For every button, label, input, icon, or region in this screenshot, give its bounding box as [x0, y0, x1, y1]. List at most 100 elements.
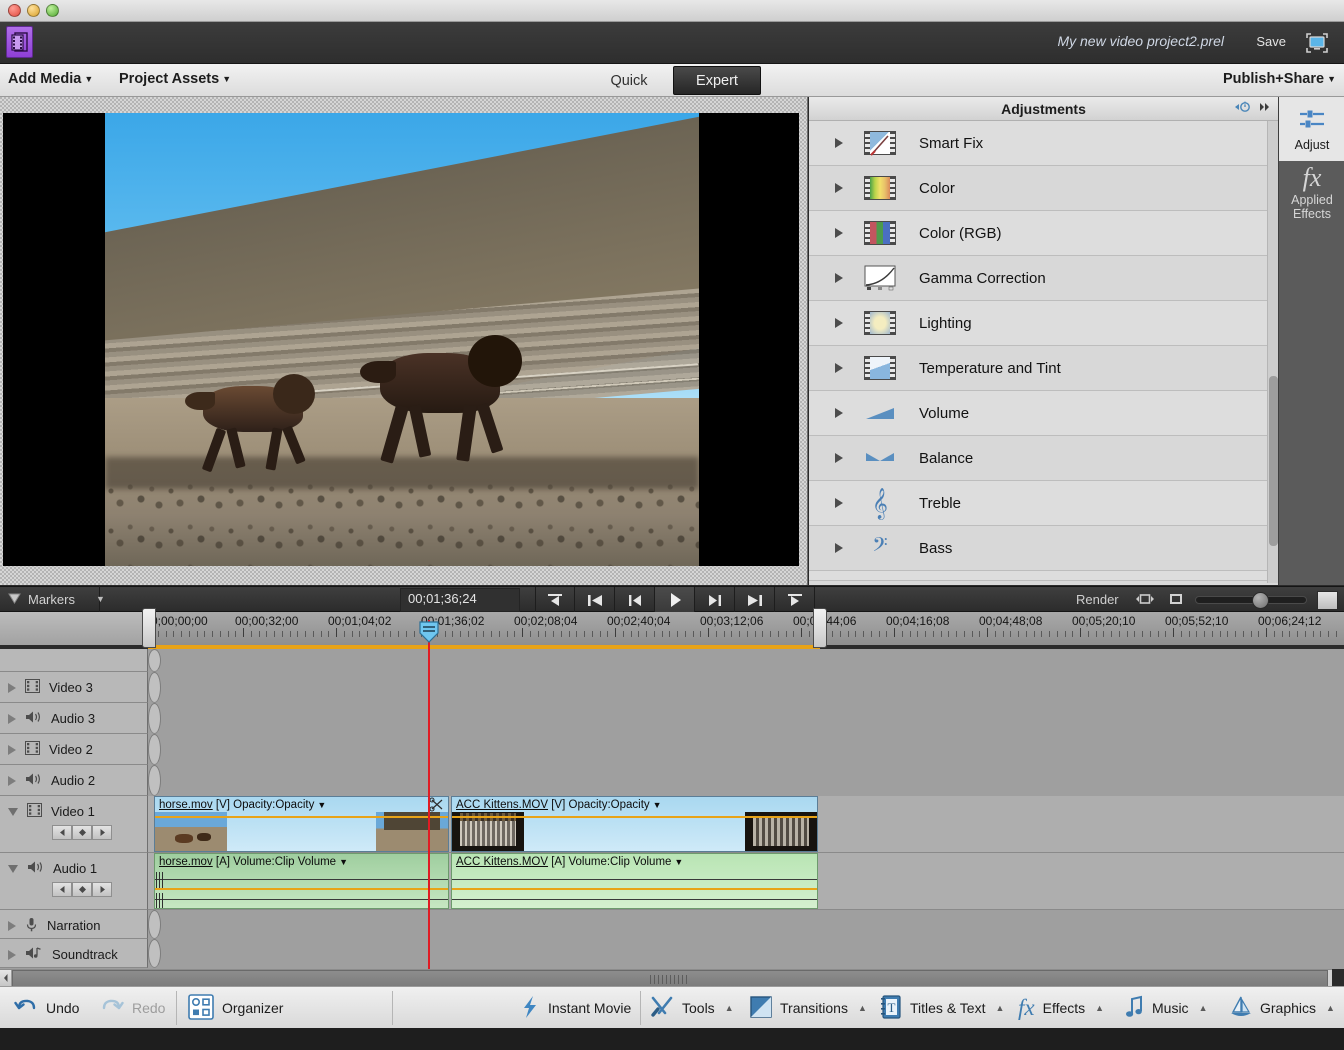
tab-expert[interactable]: Expert — [673, 66, 761, 95]
current-time-indicator[interactable] — [428, 620, 430, 969]
work-area-out-handle[interactable] — [813, 608, 827, 648]
organizer-button[interactable]: Organizer — [188, 987, 283, 1029]
scroll-left-button[interactable] — [0, 970, 12, 987]
track-body-narration[interactable] — [148, 910, 161, 939]
zoom-slider-knob[interactable] — [1252, 592, 1269, 609]
track-header-audio-1[interactable]: Audio 1 — [0, 853, 148, 910]
markers-menu[interactable]: Markers ▼ — [0, 586, 105, 612]
previous-keyframe-icon[interactable] — [52, 882, 72, 897]
publish-share-menu[interactable]: Publish+Share ▼ — [1223, 71, 1336, 87]
zoom-out-square-icon[interactable] — [1167, 591, 1185, 610]
disclosure-triangle-icon[interactable] — [8, 864, 18, 873]
double-chevron-right-icon[interactable] — [1258, 101, 1272, 116]
disclosure-triangle-icon[interactable] — [8, 920, 16, 931]
chevron-down-icon[interactable]: ▼ — [317, 800, 326, 810]
chevron-down-icon[interactable]: ▼ — [339, 857, 348, 867]
add-keyframe-icon[interactable] — [72, 825, 92, 840]
go-to-in-point-icon[interactable] — [535, 587, 575, 613]
disclosure-triangle-icon[interactable] — [835, 183, 843, 193]
fit-to-window-icon[interactable] — [1133, 592, 1157, 609]
instant-movie-button[interactable]: Instant Movie — [520, 987, 631, 1029]
disclosure-triangle-icon[interactable] — [835, 228, 843, 238]
track-header-audio-2[interactable]: Audio 2 — [0, 765, 148, 796]
go-to-previous-edit-icon[interactable] — [575, 587, 615, 613]
disclosure-triangle-icon[interactable] — [8, 807, 18, 816]
save-button[interactable]: Save — [1256, 34, 1286, 49]
adjustments-scrollbar[interactable] — [1267, 121, 1278, 583]
track-body-video-1[interactable]: horse.mov [V] Opacity:Opacity ▼ ACC Kitt… — [148, 796, 1344, 853]
disclosure-triangle-icon[interactable] — [835, 138, 843, 148]
track-body-soundtrack[interactable] — [148, 939, 161, 968]
zoom-in-square-icon[interactable] — [1317, 590, 1338, 610]
adjustment-row-treble[interactable]: 𝄞 Treble — [809, 481, 1267, 526]
effects-button[interactable]: fx Effects ▲ — [1018, 987, 1104, 1029]
zoom-slider[interactable] — [1195, 592, 1307, 609]
chevron-down-icon[interactable]: ▼ — [674, 857, 683, 867]
disclosure-triangle-icon[interactable] — [835, 408, 843, 418]
next-keyframe-icon[interactable] — [92, 882, 112, 897]
step-forward-icon[interactable] — [695, 587, 735, 613]
disclosure-triangle-icon[interactable] — [835, 543, 843, 553]
adjustment-row-color[interactable]: Color — [809, 166, 1267, 211]
chevron-down-icon[interactable]: ▼ — [653, 800, 662, 810]
project-assets-menu[interactable]: Project Assets ▼ — [119, 71, 231, 87]
tab-adjust[interactable]: Adjust — [1279, 97, 1344, 161]
disclosure-triangle-icon[interactable] — [8, 682, 16, 693]
minimize-button[interactable] — [27, 4, 40, 17]
timeline-horizontal-scrollbar[interactable] — [0, 969, 1332, 987]
track-body-audio-3[interactable] — [148, 703, 161, 734]
transitions-button[interactable]: Transitions ▲ — [750, 987, 867, 1029]
adjustment-row-color-rgb[interactable]: Color (RGB) — [809, 211, 1267, 256]
close-button[interactable] — [8, 4, 21, 17]
work-area-in-handle[interactable] — [142, 608, 156, 648]
music-button[interactable]: Music ▲ — [1124, 987, 1207, 1029]
disclosure-triangle-icon[interactable] — [835, 363, 843, 373]
scrollbar-thumb[interactable] — [12, 970, 1328, 987]
add-media-menu[interactable]: Add Media ▼ — [8, 71, 93, 87]
add-keyframe-icon[interactable] — [72, 882, 92, 897]
tools-button[interactable]: Tools ▲ — [650, 987, 734, 1029]
track-body-video-2[interactable] — [148, 734, 161, 765]
step-back-icon[interactable] — [615, 587, 655, 613]
redo-button[interactable]: Redo — [100, 987, 165, 1029]
track-header-soundtrack[interactable]: Soundtrack — [0, 939, 148, 968]
track-header-audio-3[interactable]: Audio 3 — [0, 703, 148, 734]
disclosure-triangle-icon[interactable] — [8, 744, 16, 755]
disclosure-triangle-icon[interactable] — [8, 949, 16, 960]
timeline-ruler[interactable]: 0;00;00;00 00;00;32;00 00;01;04;02 00;01… — [148, 612, 1344, 645]
clip-horse-video[interactable]: horse.mov [V] Opacity:Opacity ▼ — [154, 796, 449, 852]
track-header-narration[interactable]: Narration — [0, 910, 148, 939]
track-header-video-1[interactable]: Video 1 — [0, 796, 148, 853]
track-header-video-3[interactable]: Video 3 — [0, 672, 148, 703]
adjustment-row-volume[interactable]: Volume — [809, 391, 1267, 436]
clip-horse-audio[interactable]: horse.mov [A] Volume:Clip Volume ▼ — [154, 853, 449, 909]
clip-kittens-video[interactable]: ACC Kittens.MOV [V] Opacity:Opacity ▼ — [451, 796, 818, 852]
disclosure-triangle-icon[interactable] — [835, 453, 843, 463]
adjustment-row-balance[interactable]: Balance — [809, 436, 1267, 481]
disclosure-triangle-icon[interactable] — [8, 775, 16, 786]
screen-preview-icon[interactable] — [1302, 30, 1332, 56]
adjustment-row-partial[interactable] — [809, 571, 1267, 581]
adjustments-list[interactable]: Smart Fix Color Color (RGB) Gamma Correc… — [809, 121, 1267, 585]
disclosure-triangle-icon[interactable] — [835, 318, 843, 328]
split-clip-icon[interactable] — [429, 797, 447, 812]
disclosure-triangle-icon[interactable] — [8, 713, 16, 724]
tab-quick[interactable]: Quick — [585, 66, 673, 95]
preview-monitor[interactable] — [3, 113, 799, 566]
track-body-video-3[interactable] — [148, 672, 161, 703]
adjustment-row-lighting[interactable]: Lighting — [809, 301, 1267, 346]
track-body-audio-1[interactable]: horse.mov [A] Volume:Clip Volume ▼ ACC Ki… — [148, 853, 1344, 910]
graphics-button[interactable]: Graphics ▲ — [1230, 987, 1335, 1029]
scrollbar-thumb[interactable] — [1269, 376, 1278, 546]
go-to-next-edit-icon[interactable] — [735, 587, 775, 613]
next-keyframe-icon[interactable] — [92, 825, 112, 840]
adjustment-row-gamma-correction[interactable]: Gamma Correction — [809, 256, 1267, 301]
disclosure-triangle-icon[interactable] — [835, 273, 843, 283]
playhead-handle[interactable] — [418, 621, 440, 643]
clip-kittens-audio[interactable]: ACC Kittens.MOV [A] Volume:Clip Volume ▼ — [451, 853, 818, 909]
titles-text-button[interactable]: T Titles & Text ▲ — [880, 987, 1004, 1029]
adjustment-row-bass[interactable]: 𝄢 Bass — [809, 526, 1267, 571]
go-to-out-point-icon[interactable] — [775, 587, 815, 613]
keyframe-timer-icon[interactable] — [1233, 101, 1251, 116]
undo-button[interactable]: Undo — [14, 987, 79, 1029]
